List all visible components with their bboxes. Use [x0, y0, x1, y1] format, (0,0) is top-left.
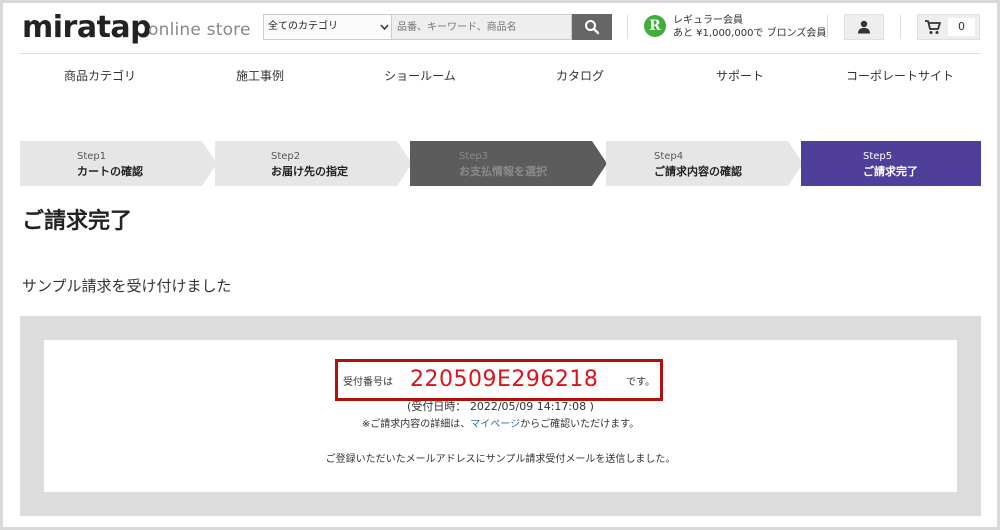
category-select-value: 全てのカテゴリ	[268, 21, 338, 32]
step-2: Step2 お届け先の指定	[215, 141, 412, 186]
detail-note-suffix: からご確認いただけます。	[520, 419, 640, 430]
receipt-number: 220509E296218	[410, 367, 599, 392]
step-label: カートの確認	[77, 165, 143, 178]
nav-item-products[interactable]: 商品カテゴリ	[20, 65, 180, 87]
mypage-link[interactable]: マイページ	[470, 419, 520, 430]
account-button[interactable]	[844, 14, 884, 40]
chevron-down-icon	[380, 15, 389, 49]
step-label: お支払情報を選択	[459, 165, 547, 178]
member-next-rank: あと ¥1,000,000で ブロンズ会員	[673, 28, 827, 39]
header-divider	[627, 15, 628, 39]
checkout-steps: Step1 カートの確認 Step2 お届け先の指定 Step3 お支払情報を選…	[20, 141, 981, 186]
step-number: Step4	[654, 151, 684, 162]
cart-icon	[924, 19, 942, 39]
receipt-panel: 受付番号は 220509E296218 です。 (受付日時： 2022/05/0…	[20, 316, 981, 516]
receipt-number-highlight: 受付番号は 220509E296218 です。	[335, 359, 663, 401]
step-label: ご請求完了	[863, 165, 918, 178]
nav-item-showroom[interactable]: ショールーム	[340, 65, 500, 87]
step-number: Step3	[459, 151, 489, 162]
user-icon	[858, 20, 870, 34]
site-header: miratap online store 全てのカテゴリ R レギュラー会員 あ…	[3, 3, 997, 53]
step-4: Step4 ご請求内容の確認	[606, 141, 803, 186]
nav-item-cases[interactable]: 施工事例	[180, 65, 340, 87]
search-icon	[585, 20, 600, 35]
mail-notice: ご登録いただいたメールアドレスにサンプル請求受付メールを送信しました。	[325, 454, 676, 465]
search-input[interactable]	[391, 14, 572, 40]
cart-count: 0	[948, 18, 975, 36]
step-3: Step3 お支払情報を選択	[410, 141, 607, 186]
receipt-datetime: (受付日時： 2022/05/09 14:17:08 )	[407, 400, 594, 413]
step-5: Step5 ご請求完了	[801, 141, 981, 186]
detail-note: ※ご請求内容の詳細は、マイページからご確認いただけます。	[44, 418, 957, 432]
cart-button[interactable]: 0	[917, 14, 980, 40]
header-divider-line	[20, 53, 980, 54]
page-frame: miratap online store 全てのカテゴリ R レギュラー会員 あ…	[3, 3, 997, 527]
step-label: ご請求内容の確認	[654, 165, 742, 178]
member-rank-badge: R	[644, 15, 666, 37]
logo-subtitle: online store	[148, 20, 251, 40]
member-rank-label: レギュラー会員	[673, 15, 743, 26]
step-number: Step2	[271, 151, 301, 162]
receipt-suffix: です。	[626, 377, 655, 388]
header-divider	[827, 15, 828, 39]
step-number: Step1	[77, 151, 107, 162]
receipt-card: 受付番号は 220509E296218 です。 (受付日時： 2022/05/0…	[44, 340, 957, 492]
nav-item-support[interactable]: サポート	[660, 65, 820, 87]
category-select[interactable]: 全てのカテゴリ	[263, 14, 391, 40]
header-divider	[900, 15, 901, 39]
step-label: お届け先の指定	[271, 165, 348, 178]
step-1: Step1 カートの確認	[20, 141, 217, 186]
logo[interactable]: miratap	[22, 11, 152, 45]
nav-item-catalog[interactable]: カタログ	[500, 65, 660, 87]
global-nav: 商品カテゴリ 施工事例 ショールーム カタログ サポート コーポレートサイト	[20, 65, 980, 87]
page-title: ご請求完了	[22, 209, 133, 234]
detail-note-prefix: ※ご請求内容の詳細は、	[361, 419, 471, 430]
search-button[interactable]	[572, 14, 612, 40]
page-subtitle: サンプル請求を受け付けました	[22, 277, 232, 295]
receipt-label: 受付番号は	[343, 377, 393, 388]
step-number: Step5	[863, 151, 893, 162]
nav-item-corporate[interactable]: コーポレートサイト	[820, 65, 980, 87]
